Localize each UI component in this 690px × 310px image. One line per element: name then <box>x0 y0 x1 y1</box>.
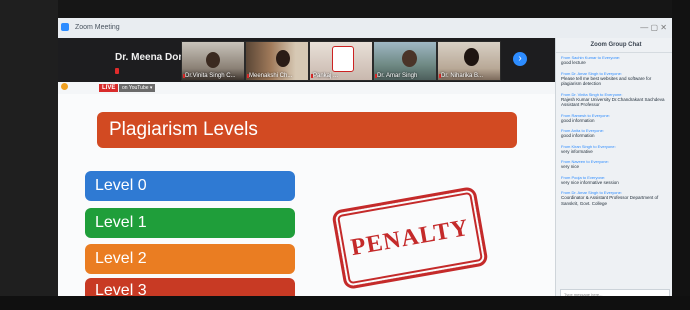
alert-icon[interactable] <box>61 83 68 90</box>
slide-title: Plagiarism Levels <box>97 112 517 148</box>
chat-text: good lecture <box>561 60 586 65</box>
chat-panel: Zoom Group Chat From Sachin Kumar to Eve… <box>555 38 675 303</box>
participant-tile[interactable]: Meenakshi Ch... <box>245 41 309 81</box>
chat-message: From Anita to Everyone: good information <box>561 128 671 139</box>
participant-tile[interactable]: Dr.Vinita Singh C... <box>181 41 245 81</box>
muted-mic-icon <box>115 68 119 74</box>
chat-text: very nice <box>561 164 580 169</box>
monitor-right-bezel <box>672 0 690 310</box>
video-gallery-strip: Dr. Meena Doni... Dr.Vinita Singh C... M… <box>55 38 555 82</box>
monitor-left-bezel <box>0 0 58 310</box>
window-titlebar: Zoom Meeting — ▢ ✕ <box>55 18 675 38</box>
participant-avatar <box>276 50 290 67</box>
chat-message: From Dr. Amar Singh to Everyone: Coordin… <box>561 190 671 206</box>
participant-name: Pankaj ... <box>313 73 339 79</box>
chat-messages: From Sachin Kumar to Everyone: good lect… <box>556 53 675 213</box>
chat-text: Please tell me best websites and softwar… <box>561 75 652 87</box>
monitor-bottom-bezel <box>0 296 690 310</box>
penalty-stamp: PENALTY <box>331 185 489 291</box>
participant-name: Dr. Niharika B... <box>441 73 484 79</box>
chat-text: Rajesh Kumar University Dr.Chandrakant S… <box>561 96 665 108</box>
participant-tile[interactable]: Dr. Amar Singh <box>373 41 437 81</box>
chat-message: From Pooja to Everyone: very nice inform… <box>561 175 671 186</box>
live-status-bar: LIVE on YouTube ▾ <box>55 82 555 94</box>
chat-text: good information <box>561 117 595 123</box>
participant-name: Dr.Vinita Singh C... <box>185 73 236 79</box>
participant-avatar <box>464 48 479 66</box>
chat-text: very nice informative session <box>561 179 619 185</box>
chat-title: Zoom Group Chat <box>556 38 675 53</box>
level-0-box: Level 0 <box>85 171 295 201</box>
chat-message: From Dr. Amar Singh to Everyone: Please … <box>561 71 671 87</box>
live-badge[interactable]: LIVE <box>99 84 119 92</box>
participant-avatar <box>206 52 220 68</box>
chat-text: very informative <box>561 148 593 154</box>
next-page-button[interactable]: › <box>513 52 527 66</box>
chat-message: From Dr. Vinita Singh to Everyone: Rajes… <box>561 92 671 108</box>
window-controls[interactable]: — ▢ ✕ <box>640 18 667 38</box>
participant-tile[interactable]: Dr. Niharika B... <box>437 41 501 81</box>
participant-name: Dr. Amar Singh <box>377 73 418 79</box>
penalty-stamp-text: PENALTY <box>348 214 472 262</box>
shared-slide: Plagiarism Levels Level 0 Level 1 Level … <box>55 94 555 303</box>
chat-message: From Naveen to Everyone: very nice <box>561 159 671 170</box>
chat-message: From Kiran Singh to Everyone: very infor… <box>561 144 671 155</box>
chat-message: From Ramesh to Everyone: good informatio… <box>561 113 671 124</box>
window-title: Zoom Meeting <box>74 24 120 31</box>
zoom-logo-icon <box>61 23 69 32</box>
host-video-tile[interactable]: Dr. Meena Doni... <box>55 38 196 82</box>
participant-avatar <box>402 50 417 67</box>
level-1-box: Level 1 <box>85 208 295 238</box>
participant-tile[interactable]: Pankaj ... <box>309 41 373 81</box>
monitor-top-bezel <box>0 0 690 20</box>
college-logo <box>332 46 354 72</box>
youtube-stream-dropdown[interactable]: on YouTube ▾ <box>119 84 156 92</box>
chat-text: good information <box>561 133 595 138</box>
zoom-window: Zoom Meeting — ▢ ✕ Dr. Meena Doni... Dr.… <box>55 18 675 303</box>
participant-name: Meenakshi Ch... <box>249 73 293 79</box>
chat-message: From Sachin Kumar to Everyone: good lect… <box>561 55 671 66</box>
chat-text: Coordinator & Assistant Professor Depart… <box>561 195 659 206</box>
level-2-box: Level 2 <box>85 244 295 274</box>
